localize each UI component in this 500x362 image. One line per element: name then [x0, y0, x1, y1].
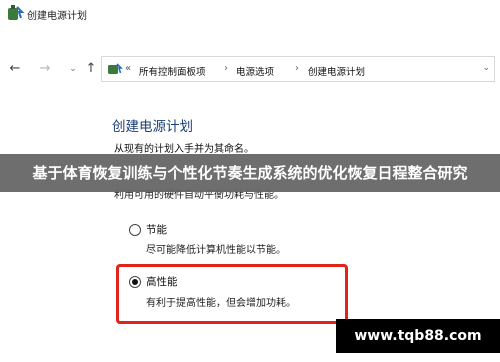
vertical-scrollbar[interactable] [490, 86, 498, 354]
page-description: 从现有的计划入手并为其命名。 [114, 144, 254, 155]
power-options-icon [8, 5, 25, 20]
breadcrumb-power-options[interactable]: 电源选项 [236, 64, 274, 78]
breadcrumb-separator-icon[interactable]: › [295, 63, 299, 74]
back-arrow-icon[interactable]: ← [6, 60, 24, 78]
title-banner: 基于体育恢复训练与个性化节奏生成系统的优化恢复日程整合研究 [0, 154, 500, 192]
address-dropdown-icon[interactable]: ⌄ [482, 63, 490, 73]
control-panel-icon [108, 63, 123, 74]
forward-arrow-icon[interactable]: → [36, 60, 54, 78]
navigation-bar: ← → ⌄ ↑ « 所有控制面板项 › 电源选项 › 创建电源计划 ⌄ [0, 54, 500, 84]
banner-text: 基于体育恢复训练与个性化节奏生成系统的优化恢复日程整合研究 [32, 164, 468, 182]
breadcrumb-create-power-plan[interactable]: 创建电源计划 [308, 64, 365, 78]
recent-locations-chevron-icon[interactable]: ⌄ [64, 60, 82, 78]
selection-highlight [116, 264, 348, 324]
window-titlebar: 创建电源计划 [0, 0, 500, 26]
site-watermark: www.tqb88.com [336, 319, 500, 353]
breadcrumb-separator-icon[interactable]: › [224, 63, 228, 74]
power-saver-description: 尽可能降低计算机性能以节能。 [146, 245, 286, 256]
page-title: 创建电源计划 [112, 119, 193, 135]
power-saver-label[interactable]: 节能 [146, 222, 167, 237]
up-arrow-icon[interactable]: ↑ [82, 60, 100, 78]
window-title: 创建电源计划 [27, 11, 87, 22]
breadcrumb-overflow-icon[interactable]: « [125, 63, 131, 74]
power-saver-radio[interactable] [129, 224, 141, 236]
address-bar[interactable]: « 所有控制面板项 › 电源选项 › 创建电源计划 ⌄ [101, 56, 495, 82]
breadcrumb-all-control-panel-items[interactable]: 所有控制面板项 [139, 64, 206, 78]
